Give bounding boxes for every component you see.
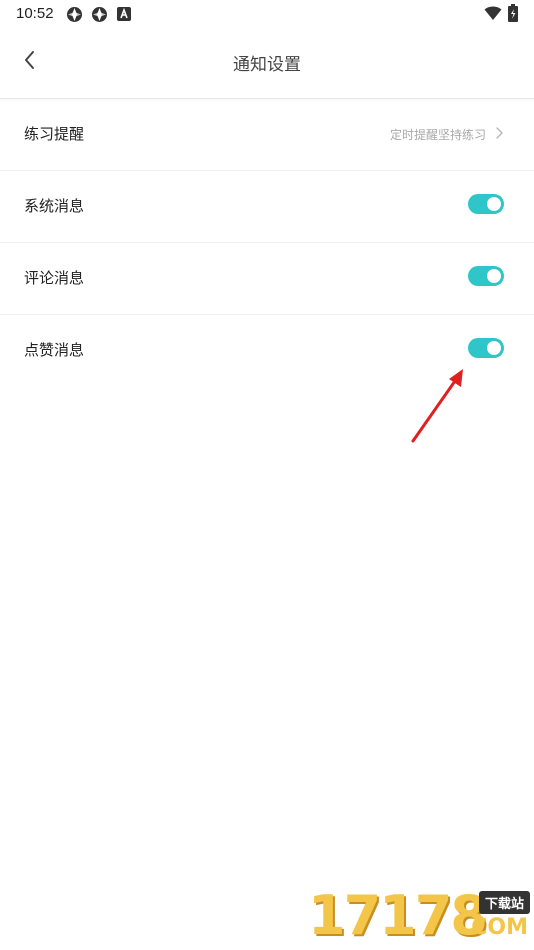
watermark-number: 17178 xyxy=(308,884,488,947)
status-time: 10:52 xyxy=(16,5,54,22)
watermark-badge: 下载站 xyxy=(478,891,530,914)
setting-label: 点赞消息 xyxy=(24,341,85,359)
page-title: 通知设置 xyxy=(233,55,301,75)
nav-bar: 通知设置 xyxy=(0,28,534,99)
wifi-icon xyxy=(484,6,502,20)
setting-label: 评论消息 xyxy=(24,269,85,287)
aperture-icon xyxy=(92,7,107,22)
toggle-knob xyxy=(487,197,501,211)
annotation-arrow-icon xyxy=(411,369,463,443)
watermark-logo: 17178 下载站 .COM xyxy=(308,885,534,950)
battery-icon xyxy=(508,4,518,22)
aperture-icon xyxy=(67,7,82,22)
chevron-right-icon xyxy=(496,127,503,139)
watermark-suffix: .COM xyxy=(462,915,528,940)
setting-label: 系统消息 xyxy=(24,197,85,215)
toggle-knob xyxy=(487,269,501,283)
status-bar: 10:52 xyxy=(0,0,534,28)
system-messages-toggle[interactable] xyxy=(468,194,504,214)
setting-row-practice-reminder[interactable]: 练习提醒 定时提醒坚持练习 xyxy=(0,99,534,171)
setting-row-comment-messages: 评论消息 xyxy=(0,243,534,315)
setting-row-system-messages: 系统消息 xyxy=(0,171,534,243)
toggle-knob xyxy=(487,341,501,355)
like-messages-toggle[interactable] xyxy=(468,338,504,358)
setting-value: 定时提醒坚持练习 xyxy=(389,128,486,142)
font-a-icon xyxy=(117,7,131,21)
settings-list: 练习提醒 定时提醒坚持练习 系统消息 评论消息 点赞消息 xyxy=(0,99,534,386)
setting-label: 练习提醒 xyxy=(24,125,85,143)
comment-messages-toggle[interactable] xyxy=(468,266,504,286)
